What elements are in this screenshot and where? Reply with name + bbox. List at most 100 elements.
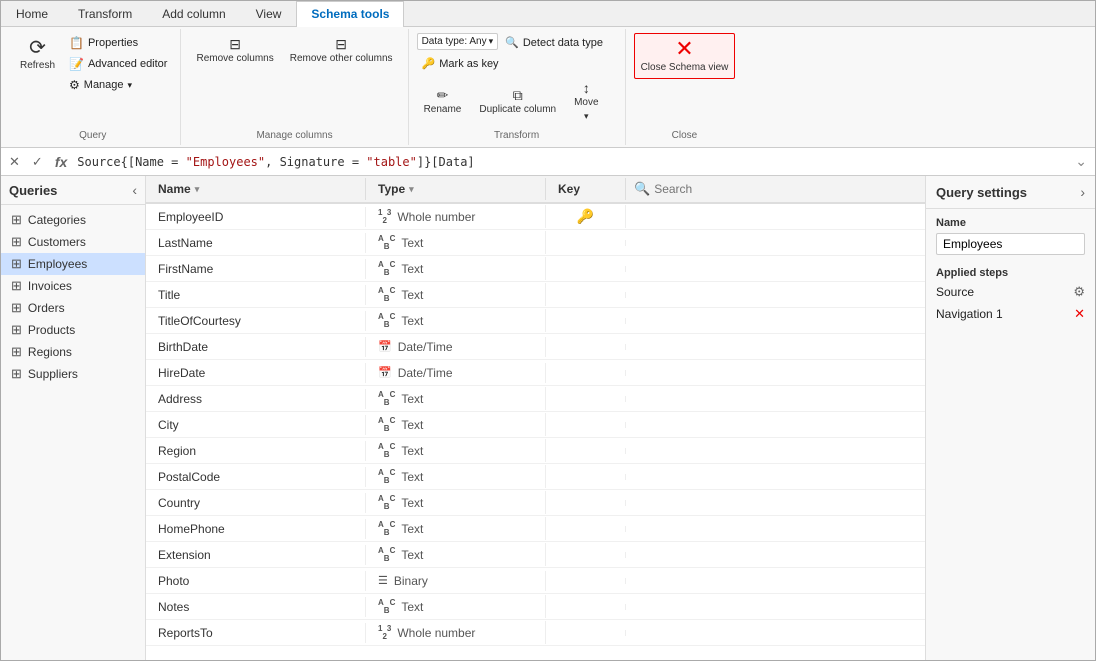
type-icon-abc: ABC [378,520,395,537]
col-type-label: Type [378,182,405,196]
table-row[interactable]: Extension ABCText [146,542,925,568]
close-schema-icon: ✕ [675,38,693,60]
cell-type: ABCText [366,231,546,254]
table-icon: ⊞ [11,256,22,272]
advanced-editor-button[interactable]: 📝 Advanced editor [64,54,172,74]
step-delete-icon[interactable]: ✕ [1074,306,1085,322]
table-body: EmployeeID 123Whole number 🔑 LastName AB… [146,204,925,660]
col-name-sort-icon: ▾ [195,184,200,195]
tab-add-column[interactable]: Add column [147,1,240,26]
refresh-button[interactable]: ⟳ Refresh [13,33,62,77]
sidebar-item-invoices[interactable]: ⊞Invoices [1,275,145,297]
table-row[interactable]: TitleOfCourtesy ABCText [146,308,925,334]
manage-button[interactable]: ⚙ Manage ▾ [64,75,172,95]
step-item-navigation-1[interactable]: Navigation 1✕ [926,303,1095,325]
duplicate-column-button[interactable]: ⧉ Duplicate column [472,77,563,126]
table-row[interactable]: EmployeeID 123Whole number 🔑 [146,204,925,230]
sidebar-item-regions[interactable]: ⊞Regions [1,341,145,363]
step-gear-icon[interactable]: ⚙ [1073,284,1085,300]
cell-key [546,240,626,246]
table-row[interactable]: FirstName ABCText [146,256,925,282]
sidebar-item-products[interactable]: ⊞Products [1,319,145,341]
rename-button[interactable]: ✏ Rename [417,77,469,126]
search-input[interactable] [654,182,917,196]
formula-cancel-icon[interactable]: ✕ [5,152,24,172]
sidebar-collapse-button[interactable]: ‹ [132,182,137,198]
table-row[interactable]: HireDate 📅Date/Time [146,360,925,386]
rename-label: Rename [424,104,462,116]
sidebar-item-employees[interactable]: ⊞ Employees [1,253,145,275]
ribbon-group-close: ✕ Close Schema view Close [626,29,744,145]
data-type-dropdown[interactable]: Data type: Any ▾ [417,33,499,50]
tab-transform[interactable]: Transform [63,1,147,26]
col-header-type[interactable]: Type ▾ [366,178,546,200]
cell-name: Country [146,493,366,513]
settings-expand-button[interactable]: › [1080,184,1085,200]
tab-view[interactable]: View [241,1,297,26]
cell-type: ABCText [366,517,546,540]
type-label: Text [401,262,423,276]
settings-panel: Query settings › Name Applied steps Sour… [925,176,1095,660]
move-chevron-icon: ▾ [584,111,589,122]
move-button[interactable]: ↕ Move ▾ [567,77,605,126]
table-row[interactable]: LastName ABCText [146,230,925,256]
sidebar-list: ⊞Categories⊞Customers ⊞ Employees ⊞Invoices… [1,205,145,660]
table-row[interactable]: ReportsTo 123Whole number [146,620,925,646]
transform-items: Data type: Any ▾ 🔍 Detect data type 🔑 Ma… [417,33,617,126]
table-row[interactable]: PostalCode ABCText [146,464,925,490]
cell-type: 123Whole number [366,621,546,644]
cell-key [546,474,626,480]
sidebar-item-label: Suppliers [28,367,78,381]
table-row[interactable]: Title ABCText [146,282,925,308]
settings-name-input[interactable] [936,233,1085,255]
detect-data-type-button[interactable]: 🔍 Detect data type [500,33,608,52]
sidebar-item-label: Products [28,323,75,337]
type-icon-abc: ABC [378,312,395,329]
settings-header: Query settings › [926,176,1095,209]
type-label: Text [401,496,423,510]
table-row[interactable]: Photo ☰Binary [146,568,925,594]
sidebar-item-suppliers[interactable]: ⊞Suppliers [1,363,145,385]
table-row[interactable]: HomePhone ABCText [146,516,925,542]
col-header-key[interactable]: Key [546,178,626,200]
formula-confirm-icon[interactable]: ✓ [28,152,47,172]
table-row[interactable]: Notes ABCText [146,594,925,620]
type-label: Text [401,236,423,250]
table-row[interactable]: BirthDate 📅Date/Time [146,334,925,360]
sidebar-item-categories[interactable]: ⊞Categories [1,209,145,231]
cell-key [546,292,626,298]
properties-button[interactable]: 📋 Properties [64,33,172,53]
expand-icon[interactable]: ⌄ [1071,151,1091,172]
sidebar-item-label: Employees [28,257,87,271]
sidebar-item-customers[interactable]: ⊞Customers [1,231,145,253]
table-row[interactable]: Region ABCText [146,438,925,464]
detect-icon: 🔍 [505,36,519,49]
sidebar-item-orders[interactable]: ⊞Orders [1,297,145,319]
remove-other-columns-label: Remove other columns [290,53,393,65]
table-row[interactable]: Address ABCText [146,386,925,412]
cell-name: HomePhone [146,519,366,539]
cell-type: 123Whole number [366,205,546,228]
table-row[interactable]: Country ABCText [146,490,925,516]
table-row[interactable]: City ABCText [146,412,925,438]
settings-name-label: Name [936,217,1085,229]
remove-other-columns-button[interactable]: ⊟ Remove other columns [283,33,400,69]
tab-schema-tools[interactable]: Schema tools [296,1,404,27]
type-icon-abc: ABC [378,390,395,407]
type-label: Date/Time [398,366,453,380]
formula-input[interactable]: Source{[Name = "Employees", Signature = … [75,153,1067,171]
col-header-name[interactable]: Name ▾ [146,178,366,200]
cell-type: 📅Date/Time [366,337,546,357]
search-icon: 🔍 [634,181,650,197]
type-label: Text [401,600,423,614]
formula-fx-icon[interactable]: fx [51,152,71,172]
remove-columns-button[interactable]: ⊟ Remove columns [189,33,280,69]
tab-home[interactable]: Home [1,1,63,26]
mark-as-key-button[interactable]: 🔑 Mark as key [417,54,504,73]
remove-columns-icon: ⊟ [229,37,241,51]
step-item-source[interactable]: Source⚙ [926,281,1095,303]
formula-string-2: "table" [366,155,417,169]
type-icon-123: 123 [378,624,391,641]
type-icon-bin: ☰ [378,574,388,587]
close-schema-view-button[interactable]: ✕ Close Schema view [634,33,736,79]
